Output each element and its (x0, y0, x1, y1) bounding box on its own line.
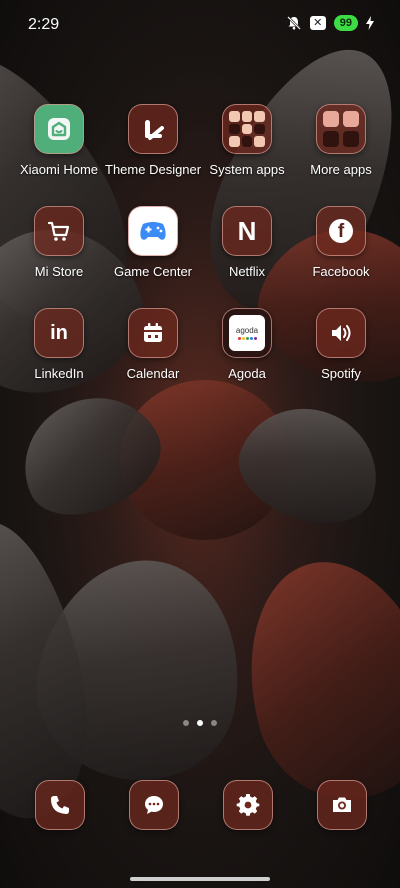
app-netflix[interactable]: N Netflix (199, 206, 295, 279)
app-label: LinkedIn (34, 366, 84, 381)
dock-phone[interactable] (35, 780, 85, 830)
app-label: Spotify (321, 366, 361, 381)
calendar-icon (128, 308, 178, 358)
app-label: System apps (209, 162, 285, 177)
app-label: Xiaomi Home (19, 162, 99, 177)
app-label: Theme Designer (105, 162, 202, 177)
facebook-icon: f (316, 206, 366, 256)
dock-messages[interactable] (129, 780, 179, 830)
app-label: Netflix (228, 264, 266, 279)
cart-icon (34, 206, 84, 256)
settings-icon (236, 794, 260, 816)
app-folder-more-apps[interactable]: More apps (293, 104, 389, 177)
app-spotify[interactable]: Spotify (293, 308, 389, 381)
app-calendar[interactable]: Calendar (105, 308, 201, 381)
page-dot-active[interactable] (197, 720, 203, 726)
app-folder-system-apps[interactable]: System apps (199, 104, 295, 177)
messages-icon (145, 796, 163, 814)
agoda-icon: agoda (222, 308, 272, 358)
dock-settings[interactable] (223, 780, 273, 830)
theme-designer-icon (128, 104, 178, 154)
xiaomi-home-icon (34, 104, 84, 154)
wallpaper-petal (222, 540, 400, 820)
camera-icon (333, 797, 351, 812)
status-bar: 2:29 ✕ 99 (0, 0, 400, 52)
charging-bolt-icon (366, 16, 374, 30)
app-linkedin[interactable]: in LinkedIn (11, 308, 107, 381)
status-icons: ✕ 99 (286, 15, 374, 31)
dock-camera[interactable] (317, 780, 367, 830)
status-clock: 2:29 (28, 16, 60, 33)
x-notification-icon: ✕ (309, 16, 326, 30)
app-xiaomi-home[interactable]: Xiaomi Home (11, 104, 107, 177)
app-agoda[interactable]: agoda Agoda (199, 308, 295, 381)
page-dot[interactable] (183, 720, 189, 726)
gamepad-icon (128, 206, 178, 256)
page-dot[interactable] (211, 720, 217, 726)
agoda-wordmark: agoda (235, 326, 259, 335)
app-label: Game Center (113, 264, 193, 279)
battery-indicator: 99 (333, 15, 358, 31)
app-facebook[interactable]: f Facebook (293, 206, 389, 279)
home-indicator[interactable] (130, 877, 270, 881)
page-indicator (0, 720, 400, 726)
app-label: Facebook (312, 264, 370, 279)
app-label: Mi Store (34, 264, 84, 279)
system-apps-folder-icon (222, 104, 272, 154)
phone-icon (51, 796, 69, 814)
netflix-icon: N (222, 206, 272, 256)
more-apps-folder-icon (316, 104, 366, 154)
spotify-icon (316, 308, 366, 358)
app-label: More apps (310, 162, 372, 177)
home-screen: 2:29 ✕ 99 Xiaomi Home Theme Designer Sys… (0, 0, 400, 888)
app-theme-designer[interactable]: Theme Designer (105, 104, 201, 177)
app-game-center[interactable]: Game Center (105, 206, 201, 279)
app-label: Agoda (228, 366, 266, 381)
linkedin-icon: in (34, 308, 84, 358)
app-mi-store[interactable]: Mi Store (11, 206, 107, 279)
app-label: Calendar (126, 366, 180, 381)
facebook-glyph: f (329, 219, 353, 243)
muted-bell-icon (286, 16, 301, 30)
